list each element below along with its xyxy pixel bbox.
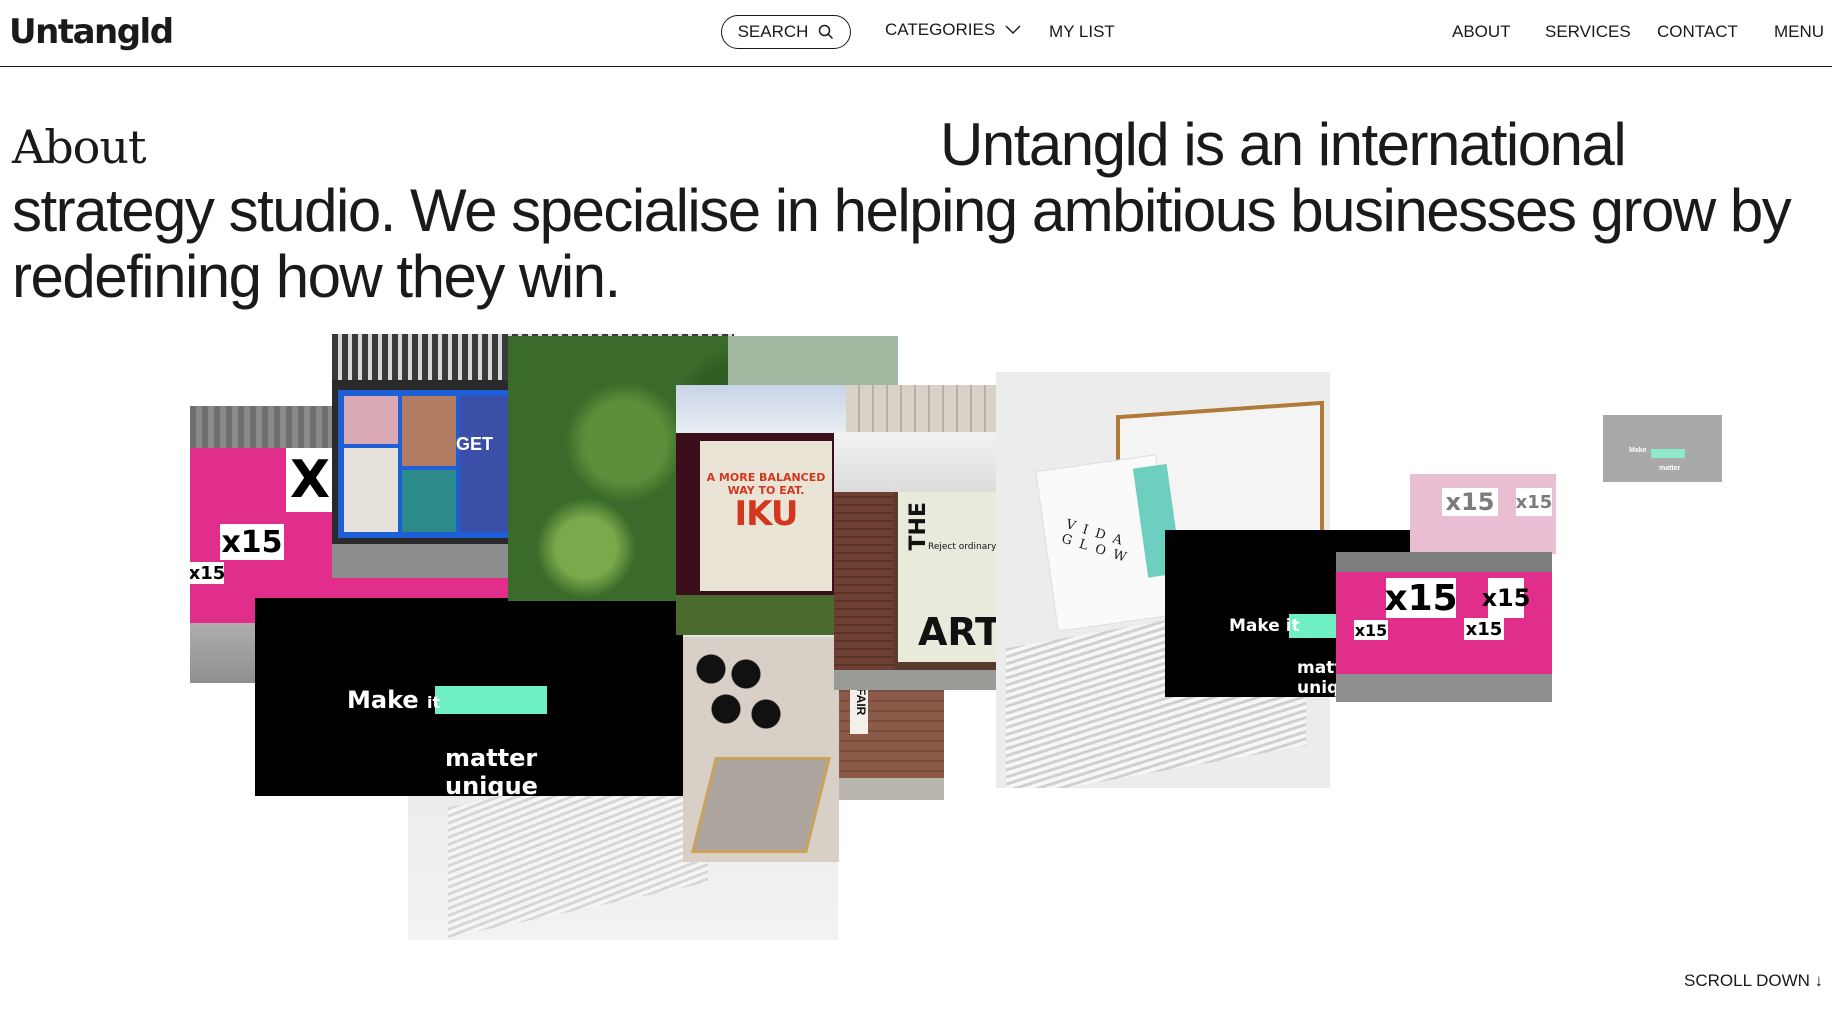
iku-logo: IKU <box>734 494 798 534</box>
grass <box>676 595 836 635</box>
lipstick-caps <box>691 649 791 749</box>
x15-mark: x15 <box>1442 488 1498 516</box>
art-poster: THE Reject ordinary ART <box>898 492 999 662</box>
x15-mark-small: x15 <box>1482 578 1530 618</box>
nav-menu[interactable]: MENU <box>1774 22 1824 42</box>
my-list-link[interactable]: MY LIST <box>1049 22 1115 42</box>
unique-word: unique <box>445 772 538 796</box>
nav-about[interactable]: ABOUT <box>1452 22 1511 42</box>
categories-dropdown[interactable]: CATEGORIES <box>885 20 1021 40</box>
brass-tray <box>691 757 831 853</box>
building <box>846 385 1006 433</box>
make-word: Make <box>1229 616 1280 636</box>
collage-image-make-it-matter[interactable]: Make it matter unique <box>255 598 683 796</box>
collage-image-lipsticks[interactable] <box>683 637 839 862</box>
intro-statement: Untangld is an international strategy st… <box>12 111 1792 310</box>
get-text: GET <box>456 434 494 454</box>
x15-mark: x15 <box>220 524 284 560</box>
street <box>834 670 999 690</box>
photo-tile <box>402 396 456 466</box>
iku-poster: A MORE BALANCED WAY TO EAT. IKU <box>700 441 832 591</box>
reject-text: Reject ordinary <box>928 542 997 552</box>
brick-wall <box>834 492 894 672</box>
nav-services[interactable]: SERVICES <box>1545 22 1631 42</box>
art-text: ART <box>918 610 999 654</box>
make-word: Make <box>347 686 419 714</box>
street <box>836 778 944 800</box>
mint-highlight <box>435 686 547 714</box>
photo-tile <box>344 396 398 444</box>
collage-image-x15-faded[interactable]: x15 x15 <box>1410 474 1556 554</box>
matter-unique-text: matter unique <box>445 744 538 796</box>
blue-billboard <box>338 390 526 538</box>
search-button[interactable]: SEARCH <box>721 15 851 49</box>
x-mark: X <box>286 448 334 512</box>
collage-image-make-it-tiny[interactable]: Make matter <box>1603 415 1722 482</box>
pavement <box>1336 674 1552 702</box>
scroll-down-link[interactable]: SCROLL DOWN ↓ <box>1684 971 1823 991</box>
make-it-text: Make <box>1629 447 1647 454</box>
categories-label: CATEGORIES <box>885 20 996 39</box>
it-word: it <box>1285 616 1300 636</box>
wall-top <box>1336 552 1552 572</box>
x15-mark: x15 <box>1384 577 1458 619</box>
search-label: SEARCH <box>737 22 809 41</box>
matter-word: matter <box>1659 465 1681 472</box>
matter-word: matter <box>445 744 538 772</box>
x15-mark-small: x15 <box>1354 620 1388 640</box>
x15-mark-small: x15 <box>1516 488 1552 516</box>
it-word: it <box>427 693 441 712</box>
mint-highlight <box>1651 449 1685 458</box>
make-it-text: Make it <box>347 686 440 714</box>
logo[interactable]: Untangld <box>9 12 174 52</box>
product-box: VIDA GLOW <box>1035 454 1182 632</box>
sky <box>834 432 999 492</box>
site-header: Untangld SEARCH CATEGORIES MY LIST ABOUT… <box>0 0 1832 67</box>
photo-tile <box>344 448 398 532</box>
x15-mark-small: x15 <box>1464 618 1504 640</box>
collage-image-art-poster[interactable]: THE Reject ordinary ART <box>834 432 999 690</box>
chevron-down-icon <box>1005 25 1021 34</box>
make-it-text: Make it <box>1229 616 1300 636</box>
search-icon <box>819 24 834 40</box>
collage-image-x15-wall-small[interactable]: x15 x15 x15 x15 <box>1336 552 1552 702</box>
nav-contact[interactable]: CONTACT <box>1657 22 1738 42</box>
photo-tile <box>402 470 456 532</box>
x15-mark-small: x15 <box>190 562 226 584</box>
